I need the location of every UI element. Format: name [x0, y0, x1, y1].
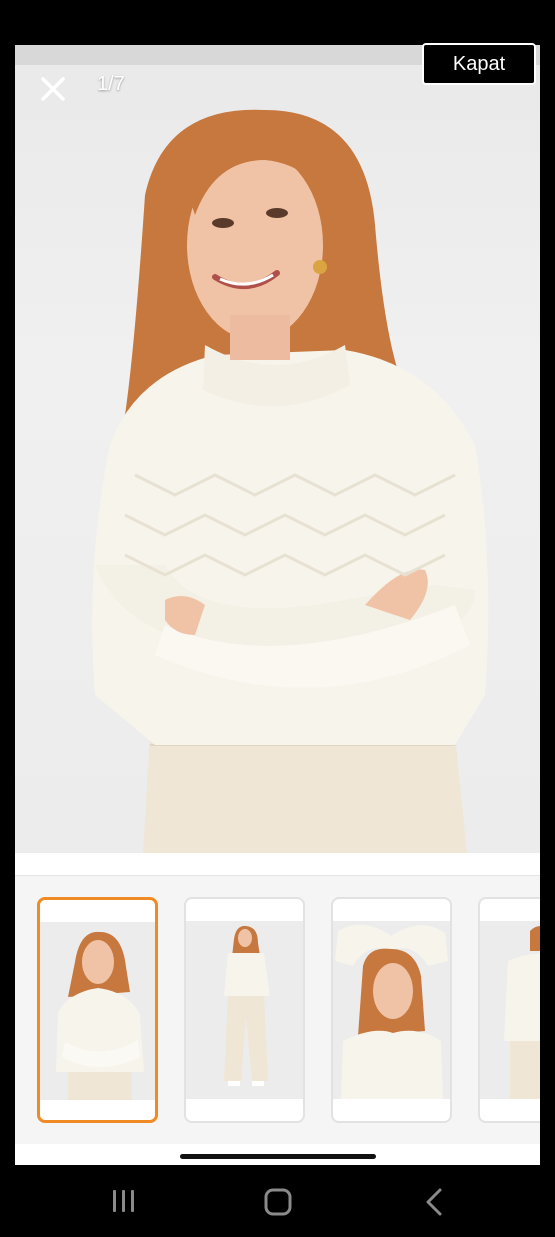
product-gallery: 1/7 [15, 45, 540, 1165]
main-product-photo[interactable]: 1/7 [15, 45, 540, 853]
system-navigation-bar [0, 1165, 555, 1237]
close-icon [41, 77, 65, 101]
thumbnail-image [333, 921, 450, 1099]
recents-icon [113, 1190, 134, 1212]
close-gallery-button[interactable]: Kapat [422, 43, 536, 85]
close-button[interactable] [37, 73, 69, 105]
photo-divider [15, 853, 540, 876]
home-icon [264, 1188, 292, 1216]
thumbnail-1[interactable] [37, 897, 158, 1123]
back-button[interactable] [414, 1187, 454, 1217]
thumbnail-image [480, 921, 540, 1099]
thumbnail-3[interactable] [331, 897, 452, 1123]
screen: 1/7 Kapat [0, 0, 555, 1237]
model-illustration [92, 109, 489, 853]
recents-button[interactable] [104, 1187, 144, 1217]
image-counter: 1/7 [97, 73, 125, 95]
back-icon [426, 1188, 442, 1216]
thumbnail-image [40, 922, 155, 1100]
thumbnail-image [186, 921, 303, 1099]
thumbnail-2[interactable] [184, 897, 305, 1123]
thumbnail-strip[interactable] [15, 876, 540, 1144]
thumbnail-4[interactable] [478, 897, 540, 1123]
home-indicator[interactable] [180, 1154, 376, 1159]
home-button[interactable] [258, 1187, 298, 1217]
